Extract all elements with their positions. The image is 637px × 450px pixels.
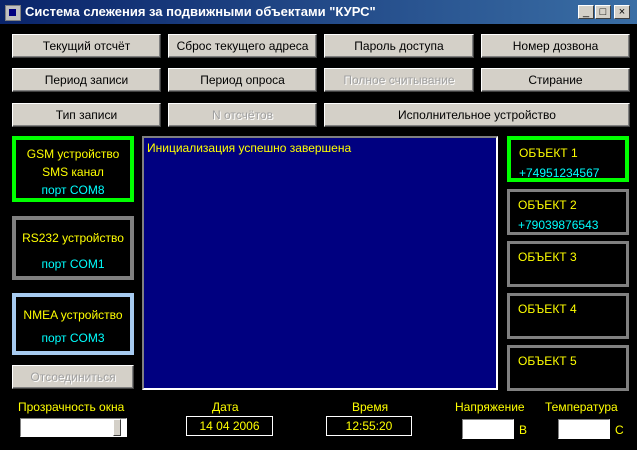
erase-button[interactable]: Стирание xyxy=(481,68,630,92)
log-message: Инициализация успешно завершена xyxy=(147,141,352,155)
main-window: Система слежения за подвижными объектами… xyxy=(0,0,637,450)
object-2-panel[interactable]: ОБЪЕКТ 2 +79039876543 xyxy=(507,189,629,235)
voltage-label: Напряжение xyxy=(455,400,525,414)
object-phone: +79039876543 xyxy=(518,218,599,232)
object-phone: +74951234567 xyxy=(519,166,600,180)
record-period-button[interactable]: Период записи xyxy=(12,68,161,92)
voltage-unit: В xyxy=(519,423,528,437)
window-title: Система слежения за подвижными объектами… xyxy=(25,4,376,19)
nmea-port: порт COM3 xyxy=(41,331,105,345)
gsm-device-name: GSM устройство xyxy=(26,147,120,161)
temperature-unit: С xyxy=(615,423,624,437)
transparency-slider[interactable] xyxy=(20,418,127,437)
nmea-device-name: NMEA устройство xyxy=(23,308,123,322)
object-4-panel[interactable]: ОБЪЕКТ 4 xyxy=(507,293,629,339)
minimize-button[interactable]: _ xyxy=(578,5,594,19)
object-name: ОБЪЕКТ 4 xyxy=(518,302,577,316)
object-name: ОБЪЕКТ 5 xyxy=(518,354,577,368)
time-value: 12:55:20 xyxy=(326,416,412,436)
app-icon[interactable] xyxy=(5,5,21,21)
gsm-device-panel[interactable]: GSM устройство SMS канал порт COM8 xyxy=(12,136,134,202)
gsm-port: порт COM8 xyxy=(41,183,105,197)
object-name: ОБЪЕКТ 1 xyxy=(519,146,578,160)
object-name: ОБЪЕКТ 3 xyxy=(518,250,577,264)
rs232-device-name: RS232 устройство xyxy=(22,231,124,245)
close-button[interactable]: × xyxy=(614,5,630,19)
reset-address-button[interactable]: Сброс текущего адреса xyxy=(168,34,317,58)
nmea-device-panel[interactable]: NMEA устройство порт COM3 xyxy=(12,293,134,355)
rs232-port: порт COM1 xyxy=(41,257,105,271)
title-bar[interactable]: Система слежения за подвижными объектами… xyxy=(0,0,637,24)
transparency-label: Прозрачность окна xyxy=(18,400,125,414)
poll-period-button[interactable]: Период опроса xyxy=(168,68,317,92)
date-value: 14 04 2006 xyxy=(186,416,273,436)
temperature-label: Температура xyxy=(545,400,618,414)
dial-number-button[interactable]: Номер дозвона xyxy=(481,34,630,58)
n-reports-button[interactable]: N отсчётов xyxy=(168,103,317,127)
actuator-button[interactable]: Исполнительное устройство xyxy=(324,103,630,127)
rs232-device-panel[interactable]: RS232 устройство порт COM1 xyxy=(12,216,134,280)
object-1-panel[interactable]: ОБЪЕКТ 1 +74951234567 xyxy=(507,136,629,182)
log-panel[interactable]: Инициализация успешно завершена xyxy=(142,136,498,390)
time-label: Время xyxy=(352,400,389,414)
full-read-button[interactable]: Полное считывание xyxy=(324,68,474,92)
object-5-panel[interactable]: ОБЪЕКТ 5 xyxy=(507,345,629,391)
disconnect-button[interactable]: Отсоединиться xyxy=(12,365,134,389)
maximize-button[interactable]: □ xyxy=(595,5,611,19)
date-label: Дата xyxy=(212,400,239,414)
object-name: ОБЪЕКТ 2 xyxy=(518,198,577,212)
slider-thumb[interactable] xyxy=(113,419,121,436)
access-password-button[interactable]: Пароль доступа xyxy=(324,34,474,58)
voltage-field[interactable] xyxy=(462,419,514,439)
gsm-channel: SMS канал xyxy=(42,165,104,179)
object-3-panel[interactable]: ОБЪЕКТ 3 xyxy=(507,241,629,287)
record-type-button[interactable]: Тип записи xyxy=(12,103,161,127)
temperature-field[interactable] xyxy=(558,419,610,439)
current-report-button[interactable]: Текущий отсчёт xyxy=(12,34,161,58)
